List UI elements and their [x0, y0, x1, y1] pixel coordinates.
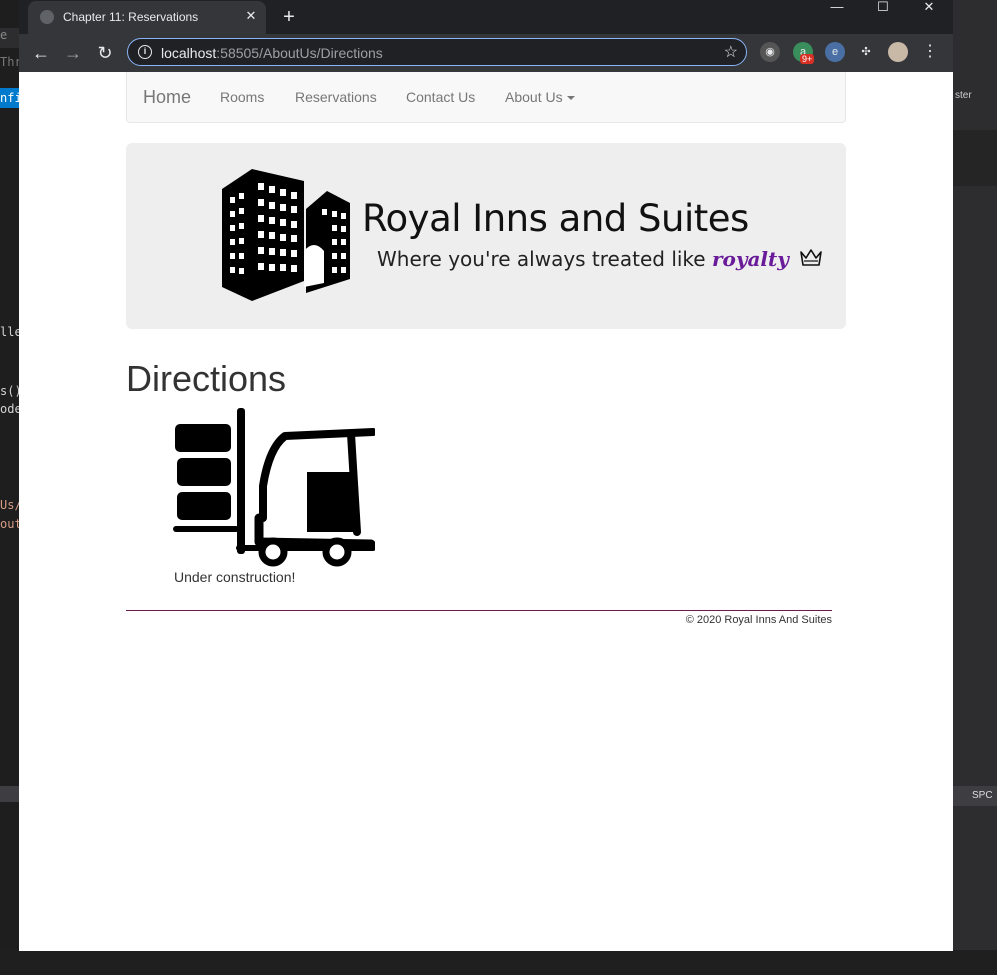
- hotel-building-icon: [222, 169, 350, 301]
- ide-label: nfig: [0, 91, 20, 105]
- extension-icon[interactable]: e: [825, 42, 845, 62]
- ide-code-line: Us/: [0, 498, 20, 512]
- maximize-button[interactable]: ☐: [860, 0, 906, 14]
- puzzle-icon[interactable]: ✣: [856, 42, 876, 62]
- avatar[interactable]: [888, 42, 908, 62]
- ide-panel-header: [0, 786, 20, 802]
- menu-icon[interactable]: ⋮: [920, 42, 940, 62]
- site-tagline: Where you're always treated like royalty: [377, 247, 823, 271]
- ide-label: Thre: [0, 55, 20, 69]
- ide-code-line: out: [0, 517, 20, 531]
- forklift-icon: [173, 408, 375, 567]
- extension-badge: 9+: [800, 54, 815, 64]
- background-ide-bottom: [0, 950, 997, 975]
- ide-label: ster: [955, 90, 972, 101]
- browser-window: Chapter 11: Reservations ✕ + — ☐ ✕ ← → ↻…: [19, 0, 953, 951]
- minimize-button[interactable]: —: [814, 0, 860, 14]
- url-host: localhost: [161, 45, 217, 61]
- plus-icon[interactable]: +: [277, 5, 301, 29]
- site-title: Royal Inns and Suites: [362, 197, 749, 240]
- background-ide-left: e Thre nfig lle s() ode Us/ out: [0, 0, 20, 975]
- ide-label: e: [0, 28, 8, 42]
- url-path: :58505/AboutUs/Directions: [216, 45, 383, 61]
- ide-code-line: lle: [0, 325, 20, 339]
- address-bar[interactable]: i localhost:58505/AboutUs/Directions ☆: [127, 38, 747, 66]
- star-icon[interactable]: ☆: [724, 42, 738, 62]
- ide-code-line: s(): [0, 384, 20, 398]
- window-close-button[interactable]: ✕: [906, 0, 952, 14]
- tab-title: Chapter 11: Reservations: [63, 10, 199, 24]
- footer-copyright: © 2020 Royal Inns And Suites: [685, 614, 832, 626]
- info-icon[interactable]: i: [138, 45, 152, 59]
- status-message: Under construction!: [174, 569, 296, 585]
- banner: Royal Inns and Suites Where you're alway…: [126, 143, 846, 329]
- close-icon[interactable]: ✕: [242, 7, 260, 25]
- page-title: Directions: [126, 358, 287, 399]
- forward-icon[interactable]: →: [60, 40, 86, 66]
- web-page: Home Rooms Reservations Contact Us About…: [19, 72, 953, 951]
- tagline-emphasis: royalty: [711, 247, 789, 271]
- nav-about-us[interactable]: About Us: [505, 89, 575, 105]
- nav-rooms[interactable]: Rooms: [220, 89, 264, 105]
- url-text[interactable]: localhost:58505/AboutUs/Directions: [161, 45, 383, 61]
- footer-divider: [126, 610, 832, 611]
- globe-icon: [40, 10, 54, 24]
- ide-code-line: ode: [0, 402, 20, 416]
- caret-down-icon: [566, 96, 575, 101]
- reload-icon[interactable]: ↻: [92, 40, 118, 66]
- nav-about-us-label: About Us: [505, 89, 563, 105]
- browser-tab[interactable]: Chapter 11: Reservations ✕: [28, 1, 266, 34]
- ide-panel: [953, 130, 997, 186]
- nav-home[interactable]: Home: [143, 87, 191, 108]
- browser-toolbar: ← → ↻ i localhost:58505/AboutUs/Directio…: [19, 34, 953, 72]
- extension-icon[interactable]: ◉: [760, 42, 780, 62]
- tagline-text: Where you're always treated like: [377, 247, 712, 271]
- background-ide-right: ster SPC: [953, 0, 997, 975]
- back-icon[interactable]: ←: [28, 40, 54, 66]
- browser-titlebar: Chapter 11: Reservations ✕ + — ☐ ✕: [19, 0, 953, 34]
- ide-label: SPC: [972, 790, 993, 801]
- site-navbar: Home Rooms Reservations Contact Us About…: [126, 72, 846, 123]
- nav-reservations[interactable]: Reservations: [295, 89, 377, 105]
- crown-icon: [800, 249, 823, 266]
- nav-contact-us[interactable]: Contact Us: [406, 89, 475, 105]
